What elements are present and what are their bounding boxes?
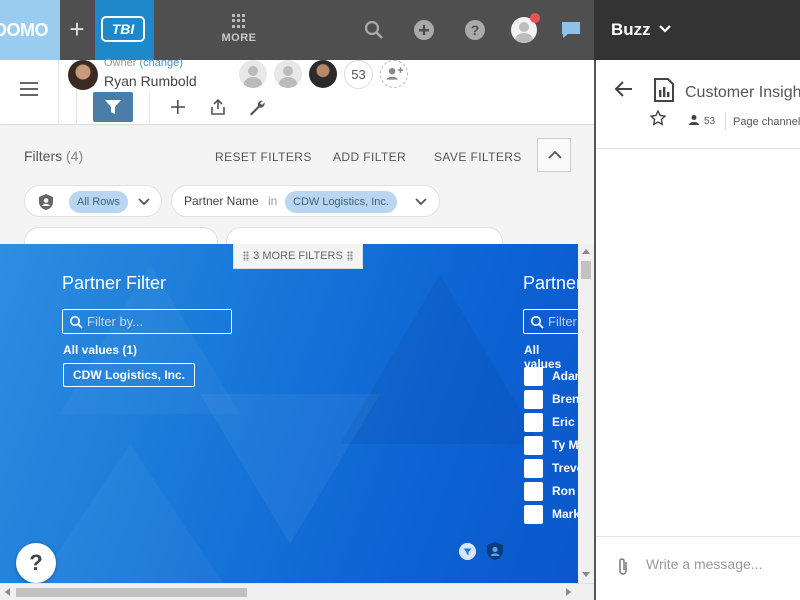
horizontal-scroll-thumb[interactable] (16, 588, 247, 597)
filter-pill-pdp[interactable]: All Rows (24, 185, 162, 217)
buzz-header: Buzz (594, 0, 800, 60)
save-filters-button[interactable]: SAVE FILTERS (434, 150, 522, 164)
back-arrow-icon[interactable] (614, 80, 634, 98)
share-icon[interactable] (209, 98, 227, 116)
chevron-up-icon (548, 150, 562, 159)
members-icon (689, 115, 699, 125)
owner-label-text: Owner (104, 57, 137, 69)
partner-filter-title: Partner (523, 273, 578, 293)
domo-logo[interactable]: DOMO (0, 0, 60, 60)
checkbox[interactable] (524, 367, 543, 386)
filters-panel: Filters (4) RESET FILTERS ADD FILTER SAV… (0, 126, 594, 244)
option-label: Brent (552, 392, 578, 406)
filters-count: (4) (66, 148, 84, 164)
help-button[interactable]: ? (16, 543, 56, 583)
scroll-left-arrow-icon[interactable] (5, 588, 10, 596)
pill-operator: in (268, 194, 278, 208)
pill-label: Partner Name (184, 194, 259, 208)
shield-user-icon (39, 194, 53, 210)
chevron-down-icon[interactable] (137, 195, 151, 209)
chevron-down-icon[interactable] (414, 195, 428, 209)
checkbox[interactable] (524, 436, 543, 455)
notification-badge (530, 13, 540, 23)
filter-pill[interactable] (226, 227, 503, 244)
add-filter-button[interactable]: ADD FILTER (333, 150, 406, 164)
partner-filter-search[interactable] (523, 309, 578, 334)
checkbox[interactable] (524, 413, 543, 432)
divider (58, 60, 59, 125)
member-avatar[interactable] (239, 60, 267, 88)
page-toolbar: Owner (change) Ryan Rumbold 53 (0, 57, 594, 125)
filter-pill-partner-name[interactable]: Partner Name in CDW Logistics, Inc. (171, 185, 440, 217)
search-icon[interactable] (363, 19, 385, 41)
chevron-down-icon[interactable] (658, 22, 672, 36)
owner-name: Ryan Rumbold (104, 73, 197, 89)
checkbox[interactable] (524, 459, 543, 478)
filter-applied-icon[interactable] (459, 543, 476, 560)
option-label: Mark (552, 507, 578, 521)
owner-label: Owner (change) (104, 57, 183, 69)
filter-pill[interactable] (24, 227, 218, 244)
vertical-scroll-thumb[interactable] (581, 261, 591, 279)
add-card-icon[interactable] (169, 98, 187, 116)
reset-filters-button[interactable]: RESET FILTERS (215, 150, 312, 164)
buzz-panel: Customer Insights 53 Page channel (594, 60, 800, 600)
member-avatar[interactable] (309, 60, 337, 88)
divider (149, 92, 150, 125)
chat-icon[interactable] (560, 19, 582, 41)
buzz-channel-type: Page channel (733, 116, 800, 128)
partner-filter-search-input[interactable] (548, 314, 578, 329)
divider (725, 112, 726, 130)
svg-text:?: ? (471, 22, 480, 38)
option-label: Ty M (552, 438, 578, 452)
tbi-app-tile[interactable]: TBI (95, 0, 154, 60)
member-avatar[interactable] (274, 60, 302, 88)
buzz-channel-title: Customer Insights (685, 84, 800, 101)
collapse-filters-button[interactable] (537, 138, 571, 172)
tbi-logo: TBI (101, 16, 145, 42)
pill-value-chip: CDW Logistics, Inc. (285, 191, 397, 213)
plus-icon[interactable]: + (64, 16, 90, 42)
buzz-title[interactable]: Buzz (611, 20, 651, 40)
message-input[interactable] (646, 556, 796, 572)
scroll-down-arrow-icon[interactable] (582, 572, 590, 577)
star-icon[interactable] (650, 110, 666, 126)
scroll-right-arrow-icon[interactable] (566, 588, 571, 596)
divider (596, 148, 800, 149)
horizontal-scrollbar[interactable] (0, 583, 594, 600)
more-menu-button[interactable]: MORE (214, 14, 264, 44)
checkbox[interactable] (524, 390, 543, 409)
filters-title: Filters (4) (24, 148, 83, 164)
funnel-icon (105, 100, 121, 114)
option-label: Trevor (552, 461, 578, 475)
change-owner-link[interactable]: (change) (139, 57, 182, 69)
vertical-scrollbar[interactable] (578, 244, 594, 583)
member-count[interactable]: 53 (344, 60, 373, 89)
wrench-icon[interactable] (248, 98, 266, 116)
scroll-up-arrow-icon[interactable] (582, 249, 590, 254)
option-label: Ron (552, 484, 576, 498)
option-label: Eric B (552, 415, 578, 429)
owner-avatar[interactable] (68, 60, 98, 90)
add-member-icon[interactable] (380, 60, 408, 88)
page-icon (654, 78, 674, 102)
grid-icon (232, 14, 246, 28)
buzz-member-count[interactable]: 53 (704, 116, 715, 127)
attachment-icon[interactable] (616, 557, 630, 577)
option-label: Adam (552, 369, 578, 383)
help-icon[interactable]: ? (464, 19, 486, 41)
more-label: MORE (221, 32, 257, 44)
hamburger-menu-icon[interactable] (20, 82, 38, 100)
divider (596, 536, 800, 537)
search-icon (530, 315, 544, 329)
top-nav-bar: DOMO + TBI MORE ? (0, 0, 594, 60)
pill-value-chip: All Rows (69, 191, 128, 213)
filters-title-text: Filters (24, 148, 63, 164)
shield-user-icon[interactable] (486, 541, 504, 561)
checkbox[interactable] (524, 505, 543, 524)
right-filter-clip: Partner All values Adam Brent Eric B Ty … (0, 244, 578, 583)
filter-toggle-button[interactable] (93, 92, 133, 122)
add-circle-icon[interactable] (413, 19, 435, 41)
checkbox[interactable] (524, 482, 543, 501)
